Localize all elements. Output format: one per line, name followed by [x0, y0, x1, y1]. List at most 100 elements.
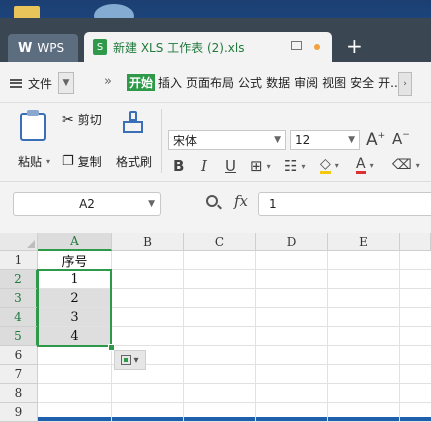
tab-review[interactable]: 审阅 — [293, 74, 319, 91]
monitor-icon[interactable] — [291, 41, 302, 50]
column-header-f[interactable] — [400, 233, 431, 251]
name-box-value: A2 — [79, 197, 95, 211]
empty-cells-area[interactable] — [112, 251, 431, 422]
ribbon-tabs: 开始 插入 页面布局 公式 数据 审阅 视图 安全 开... — [127, 74, 403, 91]
row-header-7[interactable]: 7 — [0, 365, 38, 384]
column-header-e[interactable]: E — [328, 233, 400, 251]
wps-home-tab[interactable]: W WPS — [8, 34, 78, 62]
name-box[interactable]: A2 ▼ — [13, 192, 161, 216]
chevron-down-icon[interactable]: ▾ — [267, 162, 271, 171]
border-icon: ⊞ — [250, 157, 263, 175]
hamburger-icon — [10, 78, 22, 88]
file-menu-button[interactable]: 文件 ▼ — [10, 72, 75, 94]
format-painter-icon[interactable] — [122, 111, 144, 135]
cell-a7[interactable] — [38, 365, 112, 384]
row-header-3[interactable]: 3 — [0, 289, 38, 308]
font-size-value: 12 — [295, 133, 311, 147]
column-header-b[interactable]: B — [112, 233, 184, 251]
chevron-down-icon[interactable]: ▾ — [301, 162, 305, 171]
wps-spreadsheet-window: W WPS S 新建 XLS 工作表 (2).xls + 文件 ▼ » 开始 插… — [0, 18, 431, 422]
row-header-1[interactable]: 1 — [0, 251, 38, 270]
tab-home[interactable]: 开始 — [127, 74, 156, 91]
formula-input[interactable]: 1 — [258, 192, 431, 216]
row-header-4[interactable]: 4 — [0, 308, 38, 327]
paint-bucket-icon: ◇ — [320, 156, 331, 174]
tab-view[interactable]: 视图 — [321, 74, 347, 91]
autofill-options-button[interactable]: ▾ — [114, 350, 146, 370]
expand-more-icon[interactable]: » — [104, 74, 112, 89]
bold-icon: B — [173, 157, 185, 175]
column-header-c[interactable]: C — [184, 233, 256, 251]
format-painter-button[interactable]: 格式刷 — [116, 153, 152, 170]
chevron-down-icon[interactable]: ▾ — [416, 161, 420, 170]
insert-function-button[interactable]: fx — [234, 192, 248, 210]
cell-a9[interactable] — [38, 403, 112, 422]
chevron-down-icon[interactable]: ▾ — [370, 161, 374, 170]
spreadsheet-file-icon: S — [93, 39, 107, 55]
chevron-down-icon: ▾ — [133, 354, 139, 366]
underline-button[interactable]: U — [225, 157, 236, 175]
tab-page-layout[interactable]: 页面布局 — [185, 74, 235, 91]
document-title: 新建 XLS 工作表 (2).xls — [113, 40, 245, 55]
row-header-6[interactable]: 6 — [0, 346, 38, 365]
autofill-options-icon — [121, 355, 132, 365]
row-header-5[interactable]: 5 — [0, 327, 38, 346]
new-tab-button[interactable]: + — [346, 36, 363, 56]
chevron-down-icon[interactable]: ▼ — [148, 199, 155, 209]
font-size-select[interactable]: 12 ▼ — [290, 130, 360, 150]
menu-row: 文件 ▼ » 开始 插入 页面布局 公式 数据 审阅 视图 安全 开... › — [0, 62, 431, 103]
decrease-font-button[interactable]: A − — [392, 130, 410, 148]
chevron-down-icon[interactable]: ▼ — [274, 135, 281, 145]
wps-tab-label: WPS — [37, 41, 65, 55]
chevron-down-icon[interactable]: ▼ — [58, 72, 75, 94]
cut-label: 剪切 — [77, 113, 102, 127]
tab-formulas[interactable]: 公式 — [237, 74, 263, 91]
copy-icon: ❐ — [62, 154, 74, 169]
copy-label: 复制 — [77, 155, 102, 169]
chevron-down-icon[interactable]: ▾ — [46, 157, 50, 166]
copy-button[interactable]: ❐ 复制 — [62, 153, 102, 170]
document-tab-bar: W WPS S 新建 XLS 工作表 (2).xls + — [0, 18, 431, 62]
merge-button[interactable]: ☷ ▾ — [284, 157, 305, 175]
clear-button[interactable]: ⌫ ▾ — [392, 157, 420, 173]
home-toolbar: 粘贴 ▾ ✂ 剪切 ❐ 复制 格式刷 宋体 ▼ 12 ▼ A + A − B I… — [0, 103, 431, 181]
zoom-icon[interactable] — [206, 195, 218, 207]
tab-insert[interactable]: 插入 — [157, 74, 183, 91]
italic-button[interactable]: I — [201, 157, 207, 175]
unsaved-dot-icon — [314, 44, 320, 50]
chevron-down-icon[interactable]: ▾ — [335, 161, 339, 170]
select-all-corner[interactable] — [0, 233, 38, 251]
cell-a8[interactable] — [38, 384, 112, 403]
cell-a4[interactable]: 3 — [38, 308, 112, 327]
ribbon-scroll-right-icon[interactable]: › — [398, 72, 412, 96]
cell-a1[interactable]: 序号 — [38, 251, 112, 270]
eraser-icon: ⌫ — [392, 157, 412, 173]
row-header-2[interactable]: 2 — [0, 270, 38, 289]
tab-security[interactable]: 安全 — [349, 74, 375, 91]
cell-a5[interactable]: 4 — [38, 327, 112, 346]
column-header-a[interactable]: A — [38, 233, 112, 251]
document-tab[interactable]: S 新建 XLS 工作表 (2).xls — [84, 32, 332, 62]
chevron-down-icon[interactable]: ▼ — [348, 135, 355, 145]
increase-font-button[interactable]: A + — [366, 130, 385, 150]
column-header-d[interactable]: D — [256, 233, 328, 251]
cell-a3[interactable]: 2 — [38, 289, 112, 308]
cell-a6[interactable] — [38, 346, 112, 365]
border-button[interactable]: ⊞ ▾ — [250, 157, 271, 175]
row-header-9[interactable]: 9 — [0, 403, 38, 422]
cell-a2[interactable]: 1 — [38, 270, 112, 289]
row-header-8[interactable]: 8 — [0, 384, 38, 403]
paste-button[interactable]: 粘贴 ▾ — [18, 153, 50, 170]
bold-button[interactable]: B — [173, 157, 184, 175]
paste-icon[interactable] — [20, 110, 46, 141]
tab-data[interactable]: 数据 — [265, 74, 291, 91]
formula-bar: A2 ▼ fx 1 — [0, 181, 431, 234]
format-painter-label: 格式刷 — [116, 155, 153, 169]
font-name-select[interactable]: 宋体 ▼ — [168, 130, 286, 150]
cut-button[interactable]: ✂ 剪切 — [62, 111, 102, 128]
font-color-icon: A — [356, 156, 366, 174]
fill-color-button[interactable]: ◇ ▾ — [320, 157, 339, 174]
paste-label: 粘贴 — [18, 155, 43, 169]
merge-cells-icon: ☷ — [284, 157, 298, 175]
font-color-button[interactable]: A ▾ — [356, 157, 374, 174]
